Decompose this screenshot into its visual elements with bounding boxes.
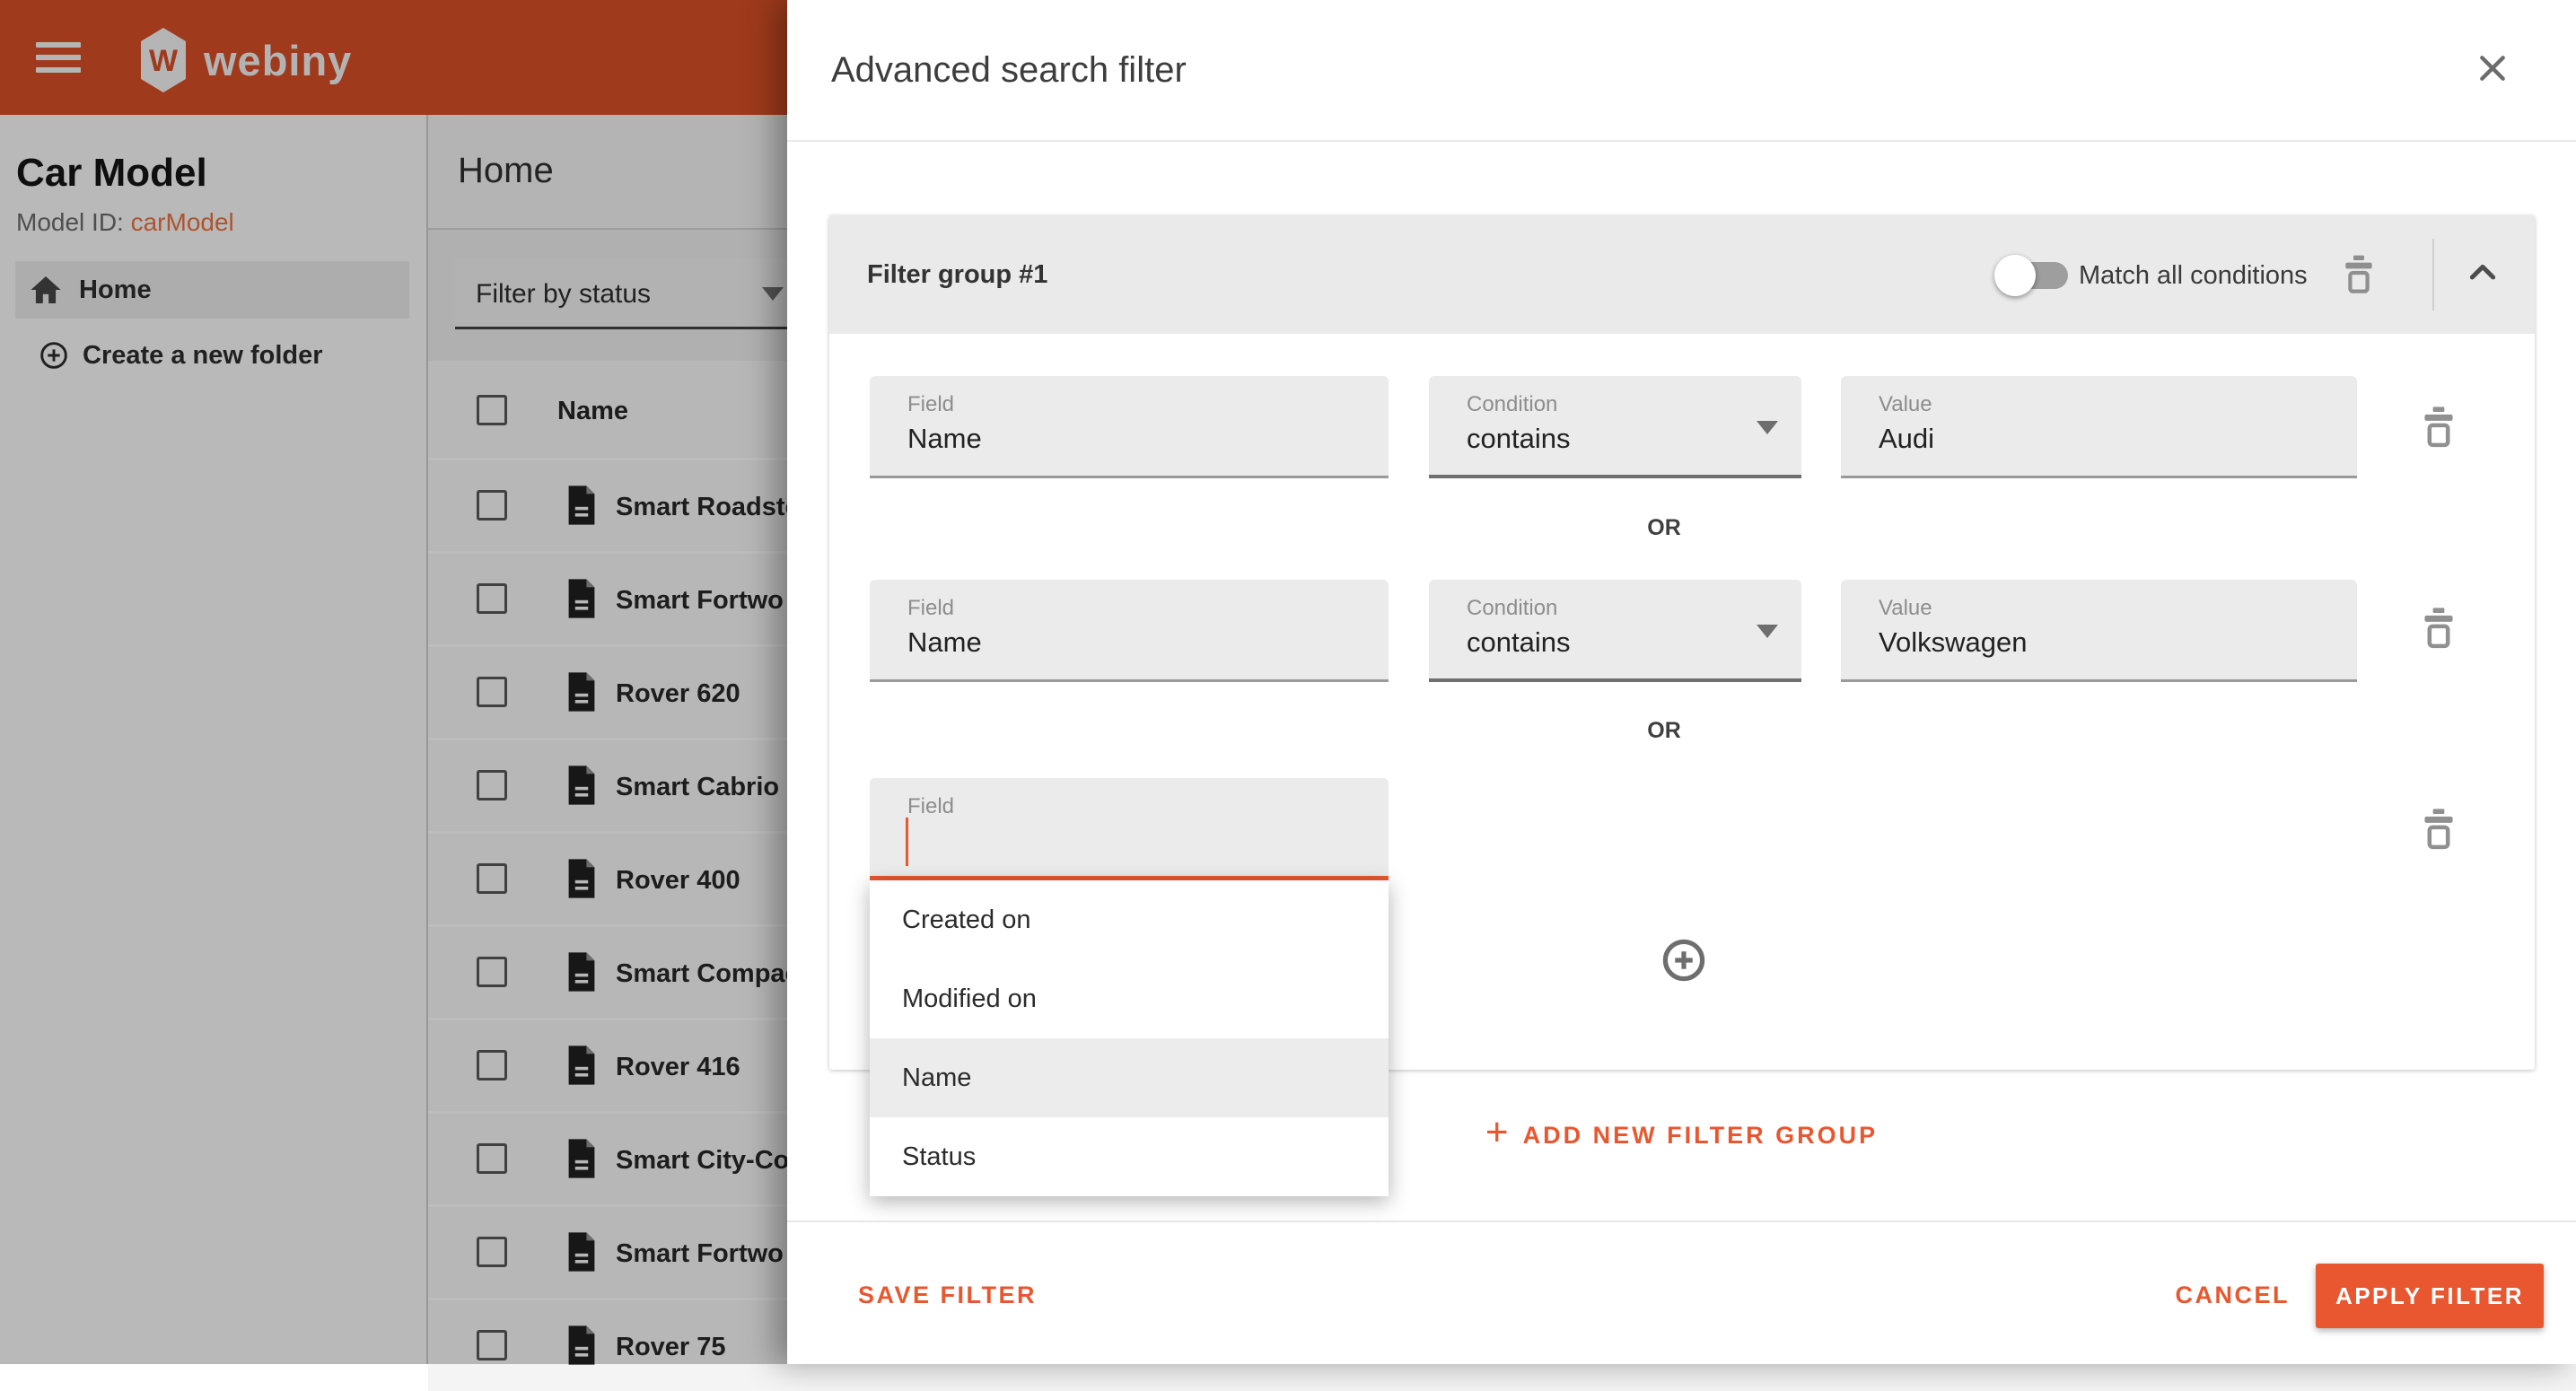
value-text: Audi [1879, 423, 1934, 455]
field-label: Field [907, 392, 954, 417]
match-all-conditions-label: Match all conditions [2079, 261, 2308, 291]
value-text: Volkswagen [1879, 626, 2027, 659]
dropdown-option-name[interactable]: Name [870, 1038, 1389, 1117]
caret-down-icon [1757, 421, 1778, 434]
apply-filter-button[interactable]: APPLY FILTER [2316, 1264, 2544, 1328]
close-icon[interactable] [2475, 50, 2514, 90]
rule3-field-box-focused[interactable]: Field [870, 778, 1389, 880]
dialog-title: Advanced search filter [831, 50, 1187, 91]
add-rule-plus-circle-icon[interactable] [1660, 937, 1707, 984]
dropdown-option-status[interactable]: Status [870, 1117, 1389, 1196]
footer-divider [787, 1220, 2576, 1222]
collapse-group-chevron-up-icon[interactable] [2465, 255, 2504, 294]
rule2-condition-select[interactable]: Condition contains [1429, 580, 1801, 682]
field-options-dropdown: Created on Modified on Name Status [870, 880, 1389, 1196]
text-cursor [906, 818, 908, 866]
caret-down-icon [1757, 625, 1778, 638]
plus-icon: + [1485, 1113, 1509, 1152]
rule2-value-input[interactable]: Value Volkswagen [1841, 580, 2357, 682]
value-label: Value [1879, 596, 1932, 621]
condition-label: Condition [1467, 392, 1557, 417]
header-divider-vertical [2432, 239, 2434, 311]
add-new-filter-group-label: ADD NEW FILTER GROUP [1523, 1122, 1878, 1150]
dropdown-option-created-on[interactable]: Created on [870, 880, 1389, 959]
toggle-knob [1994, 255, 2036, 296]
filter-group-header: Filter group #1 Match all conditions [829, 215, 2535, 334]
header-divider [787, 140, 2576, 142]
field-label: Field [907, 596, 954, 621]
rule1-condition-select[interactable]: Condition contains [1429, 376, 1801, 478]
rule1-field-box[interactable]: Field Name [870, 376, 1389, 478]
filter-group-title: Filter group #1 [867, 260, 1047, 290]
field-value: Name [907, 626, 982, 659]
delete-rule2-trash-icon[interactable] [2423, 608, 2454, 653]
field-label: Field [907, 794, 954, 819]
condition-value: contains [1467, 423, 1570, 455]
condition-value: contains [1467, 626, 1570, 659]
rule1-value-input[interactable]: Value Audi [1841, 376, 2357, 478]
delete-rule3-trash-icon[interactable] [2423, 809, 2454, 854]
advanced-search-filter-dialog: Advanced search filter Filter group #1 M… [787, 0, 2576, 1364]
cancel-button[interactable]: CANCEL [2176, 1282, 2291, 1309]
field-value: Name [907, 423, 982, 455]
or-separator: OR [829, 515, 2499, 541]
dropdown-option-modified-on[interactable]: Modified on [870, 959, 1389, 1038]
value-label: Value [1879, 392, 1932, 417]
delete-rule1-trash-icon[interactable] [2423, 407, 2454, 452]
save-filter-button[interactable]: SAVE FILTER [858, 1282, 1037, 1309]
condition-label: Condition [1467, 596, 1557, 621]
or-separator: OR [829, 718, 2499, 744]
rule2-field-box[interactable]: Field Name [870, 580, 1389, 682]
delete-group-trash-icon[interactable] [2344, 255, 2373, 299]
match-all-conditions-toggle[interactable] [1994, 253, 2072, 296]
